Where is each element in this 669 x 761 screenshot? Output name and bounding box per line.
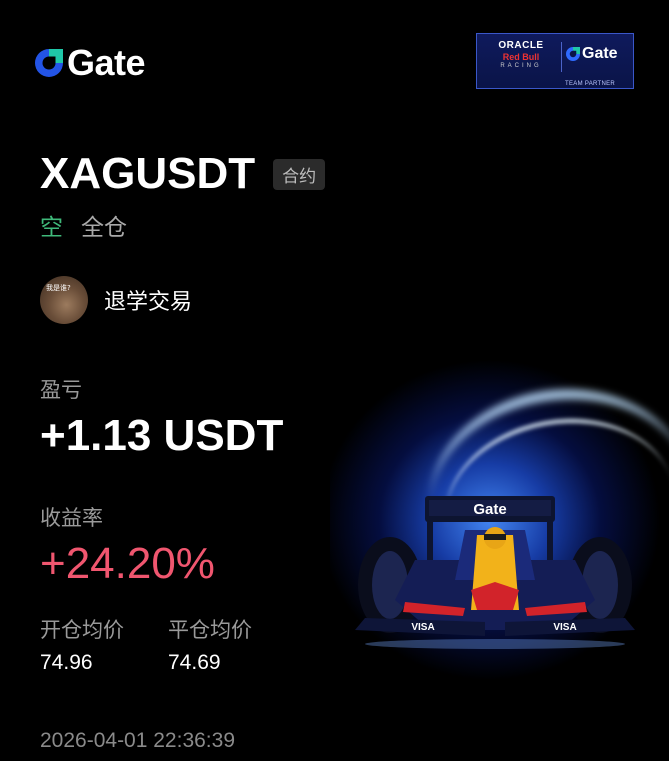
redbull-racing-logo: ORACLE Red Bull RACING xyxy=(485,40,557,69)
redbull-text: Red Bull xyxy=(502,52,540,62)
close-price-value: 74.69 xyxy=(168,651,221,674)
racing-text: RACING xyxy=(500,63,542,69)
team-partner-badge: ORACLE Red Bull RACING Gate TEAM PARTNER xyxy=(476,33,634,89)
gate-logo: Gate xyxy=(33,42,146,83)
roi-value: +24.20% xyxy=(40,539,215,588)
open-price-value: 74.96 xyxy=(40,651,93,674)
username: 退学交易 xyxy=(104,290,193,315)
avatar-caption: 我是谁? xyxy=(46,284,71,292)
pnl-share-card: Gate ORACLE Red Bull RACING Gate TEAM PA… xyxy=(0,0,669,761)
symbol-row: XAGUSDT 合约 xyxy=(40,149,326,198)
car-sponsor-text: VISA xyxy=(411,622,434,633)
avatar: 我是谁? xyxy=(40,276,88,324)
position-side: 空 xyxy=(40,215,63,241)
gate-logo-small-icon xyxy=(566,47,580,61)
oracle-text: ORACLE xyxy=(498,40,544,51)
price-labels-row: 开仓均价 平仓均价 xyxy=(40,614,252,644)
symbol-name: XAGUSDT xyxy=(40,149,256,198)
position-side-row: 空 全仓 xyxy=(40,208,127,242)
user-row: 我是谁? 退学交易 xyxy=(40,276,192,324)
roi-label: 收益率 xyxy=(40,506,103,530)
brand-name: Gate xyxy=(67,42,146,83)
price-values-row: 74.96 74.69 xyxy=(40,651,221,675)
partner-gate-logo: Gate xyxy=(565,45,618,63)
timestamp: 2026-04-01 22:36:39 xyxy=(40,729,235,752)
open-price-label: 开仓均价 xyxy=(40,618,124,642)
pnl-label: 盈亏 xyxy=(40,378,82,402)
partner-gate-text: Gate xyxy=(582,45,618,62)
margin-mode: 全仓 xyxy=(81,215,127,241)
pnl-value: +1.13 USDT xyxy=(40,411,284,460)
car-wing-text: Gate xyxy=(473,501,506,518)
team-partner-label: TEAM PARTNER xyxy=(565,81,616,87)
contract-type-badge: 合约 xyxy=(273,158,326,190)
gate-logo-icon xyxy=(33,47,65,79)
car-sponsor-text-right: VISA xyxy=(553,622,576,633)
f1-car-illustration: Gate VISA VISA xyxy=(355,496,635,649)
close-price-label: 平仓均价 xyxy=(168,618,252,642)
partner-divider xyxy=(561,42,562,72)
